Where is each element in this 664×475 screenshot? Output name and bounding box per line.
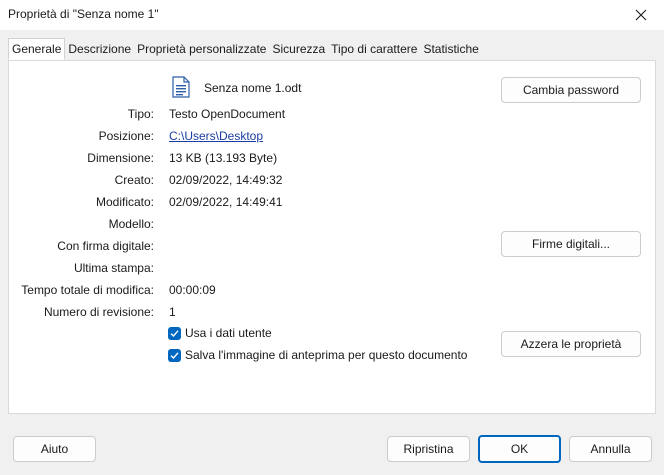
title-bar: Proprietà di "Senza nome 1" [0, 0, 664, 30]
document-icon [172, 76, 190, 101]
cancel-button[interactable]: Annulla [569, 436, 652, 462]
value-tempo-modifica: 00:00:09 [169, 283, 216, 297]
label-creato: Creato: [114, 173, 154, 187]
use-user-data-label: Usa i dati utente [185, 326, 272, 340]
tab-bar: Generale Descrizione Proprietà personali… [8, 38, 482, 60]
digital-signatures-button[interactable]: Firme digitali... [501, 231, 641, 257]
label-modello: Modello: [108, 217, 154, 231]
tab-proprieta-personalizzate[interactable]: Proprietà personalizzate [134, 39, 269, 59]
tab-tipo-di-carattere[interactable]: Tipo di carattere [328, 39, 420, 59]
tab-sicurezza[interactable]: Sicurezza [269, 39, 328, 59]
label-modificato: Modificato: [95, 195, 154, 209]
location-link[interactable]: C:\Users\Desktop [169, 129, 263, 143]
label-tempo-modifica: Tempo totale di modifica: [21, 283, 154, 297]
save-preview-checkbox[interactable]: Salva l'immagine di anteprima per questo… [168, 348, 467, 362]
change-password-button[interactable]: Cambia password [501, 77, 641, 103]
value-creato: 02/09/2022, 14:49:32 [169, 173, 283, 187]
close-button[interactable] [618, 0, 664, 30]
use-user-data-checkbox[interactable]: Usa i dati utente [168, 326, 272, 340]
window-title: Proprietà di "Senza nome 1" [8, 7, 159, 21]
label-ultima-stampa: Ultima stampa: [73, 261, 154, 275]
label-dimensione: Dimensione: [87, 151, 154, 165]
properties-dialog: Proprietà di "Senza nome 1" Generale Des… [0, 0, 664, 475]
tab-generale[interactable]: Generale [8, 38, 66, 60]
value-revisione: 1 [169, 305, 176, 319]
close-icon [635, 9, 647, 21]
label-posizione: Posizione: [98, 129, 154, 143]
label-tipo: Tipo: [127, 107, 154, 121]
ok-button[interactable]: OK [478, 435, 561, 463]
value-tipo: Testo OpenDocument [169, 107, 286, 121]
label-revisione: Numero di revisione: [43, 305, 154, 319]
tab-descrizione[interactable]: Descrizione [65, 39, 134, 59]
tab-statistiche[interactable]: Statistiche [420, 39, 481, 59]
label-firma-digitale: Con firma digitale: [57, 239, 154, 253]
help-button[interactable]: Aiuto [13, 436, 96, 462]
reset-properties-button[interactable]: Azzera le proprietà [501, 331, 641, 357]
value-dimensione: 13 KB (13.193 Byte) [169, 151, 278, 165]
document-name: Senza nome 1.odt [204, 81, 302, 95]
value-modificato: 02/09/2022, 14:49:41 [169, 195, 283, 209]
checkmark-icon [168, 326, 181, 340]
reset-button[interactable]: Ripristina [387, 436, 470, 462]
save-preview-label: Salva l'immagine di anteprima per questo… [185, 348, 468, 362]
checkmark-icon [168, 348, 181, 362]
